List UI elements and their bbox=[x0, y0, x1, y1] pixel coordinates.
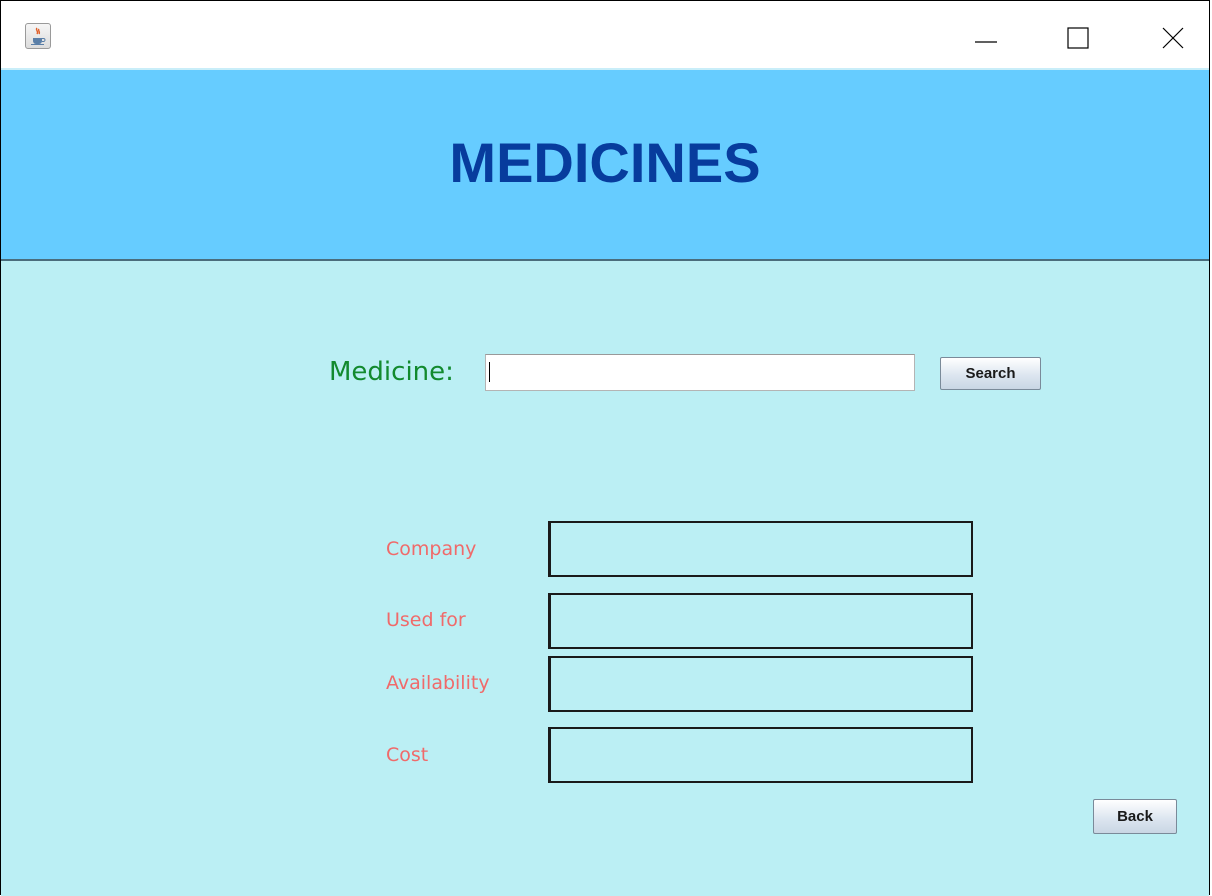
company-label: Company bbox=[386, 538, 477, 560]
cost-field[interactable] bbox=[548, 727, 973, 783]
text-caret bbox=[489, 362, 490, 382]
java-cup-icon[interactable] bbox=[25, 23, 51, 49]
header-banner: MEDICINES bbox=[1, 68, 1209, 261]
search-button[interactable]: Search bbox=[940, 357, 1041, 390]
app-window: MEDICINES Medicine: Search Company Used … bbox=[0, 0, 1210, 896]
close-icon bbox=[1162, 27, 1184, 49]
minimize-icon bbox=[975, 41, 997, 43]
medicine-label: Medicine: bbox=[329, 357, 454, 387]
used-for-field[interactable] bbox=[548, 593, 973, 649]
availability-field[interactable] bbox=[548, 656, 973, 712]
page-title: MEDICINES bbox=[449, 131, 761, 194]
title-bar[interactable] bbox=[1, 1, 1209, 68]
cost-label: Cost bbox=[386, 744, 429, 766]
maximize-button[interactable] bbox=[1048, 13, 1108, 63]
maximize-icon bbox=[1067, 27, 1089, 49]
availability-label: Availability bbox=[386, 672, 490, 694]
company-field[interactable] bbox=[548, 521, 973, 577]
content-panel: Medicine: Search Company Used for Availa… bbox=[1, 261, 1209, 896]
close-button[interactable] bbox=[1143, 13, 1203, 63]
back-button[interactable]: Back bbox=[1093, 799, 1177, 834]
medicine-search-input[interactable] bbox=[485, 354, 915, 391]
minimize-button[interactable] bbox=[956, 13, 1016, 63]
used-for-label: Used for bbox=[386, 609, 466, 631]
